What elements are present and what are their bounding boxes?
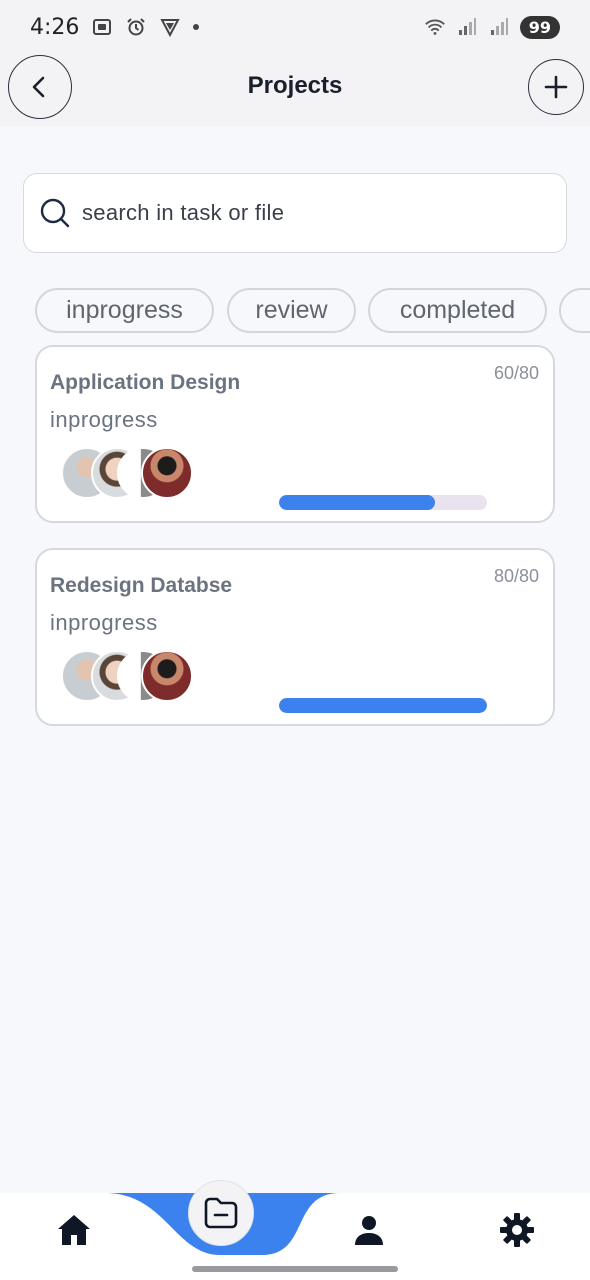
task-count: 80/80 [493,566,539,586]
search-icon [40,198,70,228]
avatar [141,650,193,702]
folder-icon [204,1197,238,1229]
nav-settings[interactable] [494,1207,540,1253]
bottom-nav [0,1180,590,1280]
home-indicator [192,1266,398,1272]
nav-projects[interactable] [188,1180,254,1246]
filter-chips: inprogress review completed [35,288,590,334]
add-project-button[interactable] [528,59,584,115]
nav-profile[interactable] [346,1207,392,1253]
notification-dot-icon [193,24,200,30]
status-bar: 4:26 99 [0,0,590,54]
app-header: Projects [0,54,590,126]
alarm-icon [125,16,147,38]
home-icon [58,1215,90,1245]
progress-fill [279,495,435,510]
signal-icon [488,16,510,38]
task-count: 60/80 [493,363,539,383]
screenshot-icon [91,16,113,38]
project-title: Application Design [50,371,241,394]
vpn-icon [159,16,181,38]
project-status: inprogress [50,407,158,432]
search-placeholder: search in task or file [82,200,285,225]
project-status: inprogress [50,610,158,635]
member-avatars [61,447,201,499]
project-card[interactable]: Application Design inprogress 60/80 [35,345,555,523]
plus-icon [544,75,568,99]
battery-badge: 99 [519,15,560,39]
person-icon [355,1216,383,1245]
filter-chip-more[interactable] [559,288,590,333]
status-time: 4:26 [30,14,80,40]
project-title: Redesign Databse [50,574,233,597]
progress-fill [279,698,487,713]
filter-chip-review[interactable]: review [227,288,356,333]
project-card[interactable]: Redesign Databse inprogress 80/80 [35,548,555,726]
filter-chip-inprogress[interactable]: inprogress [35,288,214,333]
wifi-icon [424,16,446,38]
page-title: Projects [247,72,343,99]
progress-bar [279,698,487,713]
filter-chip-completed[interactable]: completed [368,288,547,333]
signal-icon [456,16,478,38]
member-avatars [61,650,201,702]
gear-icon [500,1213,534,1247]
progress-bar [279,495,487,510]
nav-home[interactable] [50,1207,98,1253]
avatar [141,447,193,499]
search-input[interactable]: search in task or file [23,173,567,253]
